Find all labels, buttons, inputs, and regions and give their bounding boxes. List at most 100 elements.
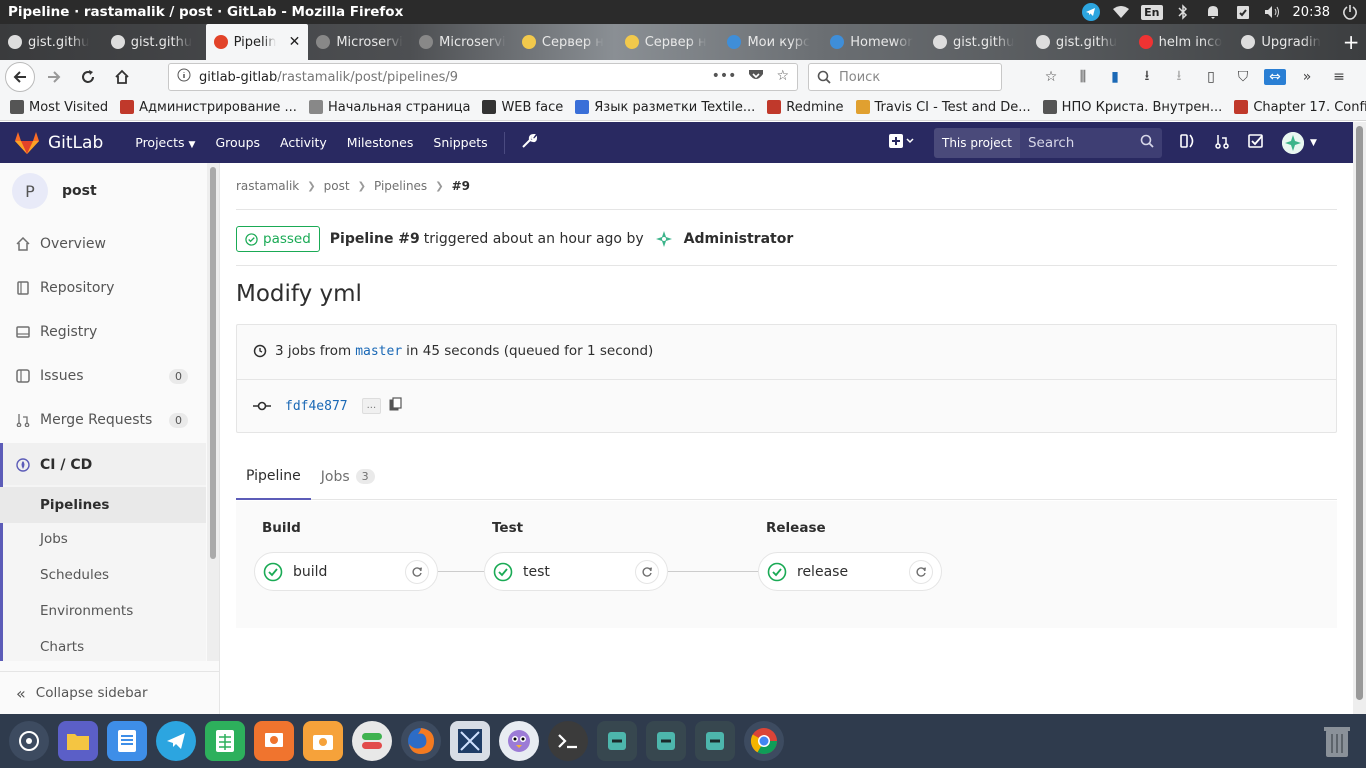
sidebar-subitem-pipelines[interactable]: Pipelines — [0, 487, 206, 523]
todos-sidebar-icon[interactable] — [1180, 133, 1196, 153]
breadcrumb-project[interactable]: post — [324, 179, 350, 193]
menu-groups[interactable]: Groups — [215, 135, 260, 150]
sidebar-subitem-jobs[interactable]: Jobs — [0, 521, 206, 557]
pidgin-icon[interactable] — [498, 721, 539, 761]
retry-job-button[interactable] — [635, 560, 659, 584]
spreadsheet-icon[interactable] — [204, 721, 245, 761]
sidebar-item-merge-requests[interactable]: Merge Requests 0 — [0, 398, 206, 442]
back-button[interactable] — [4, 62, 36, 92]
browser-tab[interactable]: helm inco — [1131, 24, 1234, 60]
browser-tab[interactable]: Сервер н — [514, 24, 617, 60]
remmina-icon[interactable] — [694, 721, 735, 761]
browser-tab[interactable]: gist.githu — [103, 24, 206, 60]
trash-icon[interactable] — [1322, 724, 1356, 760]
extension-stats-icon[interactable]: ▮ — [1104, 69, 1126, 85]
pocket-icon[interactable] — [748, 68, 764, 86]
bookmark-item[interactable]: Язык разметки Textile... — [575, 100, 755, 115]
new-tab-button[interactable]: + — [1336, 24, 1366, 60]
page-scrollbar-thumb[interactable] — [1356, 126, 1363, 700]
browser-tab[interactable]: gist.githu — [925, 24, 1028, 60]
info-icon[interactable] — [177, 68, 191, 86]
bookmarks-menu-icon[interactable]: ☆ — [1040, 69, 1062, 85]
browser-tab[interactable]: Microservices — [308, 24, 411, 60]
menu-snippets[interactable]: Snippets — [433, 135, 487, 150]
tab-pipeline[interactable]: Pipeline — [236, 453, 311, 500]
browser-tab[interactable]: gist.githu — [0, 24, 103, 60]
sidebar-item-repository[interactable]: Repository — [0, 266, 206, 310]
browser-search-input[interactable]: Поиск — [808, 63, 1002, 91]
sidebar-item-registry[interactable]: Registry — [0, 310, 206, 354]
overflow-chevron-icon[interactable]: » — [1296, 69, 1318, 85]
browser-tab[interactable]: Microservices — [411, 24, 514, 60]
menu-activity[interactable]: Activity — [280, 135, 327, 150]
browser-tab[interactable]: Сервер н — [617, 24, 720, 60]
downloads-icon[interactable]: ⭳ — [1136, 65, 1158, 89]
bookmark-item[interactable]: WEB face — [482, 100, 563, 115]
commit-sha-link[interactable]: fdf4e877 — [285, 399, 348, 414]
gitlab-search-input[interactable]: Search — [1019, 127, 1162, 158]
collapse-sidebar-button[interactable]: « Collapse sidebar — [0, 671, 219, 714]
bookmark-star-icon[interactable]: ☆ — [776, 68, 789, 86]
admin-wrench-icon[interactable] — [521, 133, 537, 153]
job-release[interactable]: release — [758, 552, 942, 591]
forward-button[interactable] — [38, 62, 70, 92]
library-icon[interactable]: ⫼ — [1072, 69, 1094, 85]
clock[interactable]: 20:38 — [1293, 5, 1330, 20]
home-button[interactable] — [106, 62, 138, 92]
sidebar-item-overview[interactable]: Overview — [0, 222, 206, 266]
breadcrumb-current[interactable]: #9 — [452, 179, 470, 193]
page-actions-icon[interactable]: ••• — [712, 68, 737, 86]
page-scrollbar[interactable] — [1353, 122, 1366, 714]
bookmark-item[interactable]: Travis CI - Test and De... — [855, 100, 1031, 115]
menu-projects[interactable]: Projects ▼ — [135, 135, 195, 150]
sidebar-scrollbar-thumb[interactable] — [210, 167, 216, 559]
url-bar[interactable]: gitlab-gitlab/rastamalik/post/pipelines/… — [168, 63, 798, 91]
retry-job-button[interactable] — [909, 560, 933, 584]
settings-toggle-icon[interactable] — [351, 721, 392, 761]
sidebar-subitem-charts[interactable]: Charts — [0, 629, 206, 665]
keyboard-layout[interactable]: En — [1141, 4, 1163, 20]
virtual-desktop-icon[interactable] — [449, 721, 490, 761]
bookmark-item[interactable]: Начальная страница — [308, 100, 470, 115]
user-menu[interactable]: ▼ — [1281, 131, 1317, 154]
browser-tab[interactable]: gist.githu — [1028, 24, 1131, 60]
sidebar-item-issues[interactable]: Issues 0 — [0, 354, 206, 398]
browser-tab[interactable]: Upgradin — [1233, 24, 1336, 60]
telegram-tray-icon[interactable] — [1081, 2, 1101, 22]
browser-tab[interactable]: Homewor — [822, 24, 925, 60]
gitlab-home-link[interactable]: GitLab — [14, 131, 103, 155]
sidebar-icon[interactable]: ▯ — [1200, 69, 1222, 85]
sidebar-project-header[interactable]: P post — [12, 173, 97, 209]
remmina-icon[interactable] — [645, 721, 686, 761]
close-tab-icon[interactable]: ✕ — [289, 34, 301, 50]
browser-tab[interactable]: Pipelin ✕ — [205, 24, 309, 60]
wifi-icon[interactable] — [1111, 2, 1131, 22]
privacy-shield-icon[interactable]: ⛉ — [1232, 69, 1254, 85]
retry-job-button[interactable] — [405, 560, 429, 584]
bookmark-item[interactable]: Chapter 17. Configurin... — [1234, 100, 1366, 115]
job-build[interactable]: build — [254, 552, 438, 591]
terminal-icon[interactable] — [547, 721, 588, 761]
browser-tab[interactable]: Мои курс — [719, 24, 822, 60]
author-avatar[interactable] — [653, 229, 674, 249]
sidebar-scrollbar[interactable] — [207, 163, 219, 661]
reload-button[interactable] — [72, 62, 104, 92]
files-icon[interactable] — [57, 721, 98, 761]
remmina-icon[interactable] — [596, 721, 637, 761]
job-test[interactable]: test — [484, 552, 668, 591]
menu-milestones[interactable]: Milestones — [347, 135, 414, 150]
todos-check-icon[interactable] — [1248, 133, 1264, 153]
branch-link[interactable]: master — [355, 344, 402, 359]
notification-bell-icon[interactable] — [1203, 2, 1223, 22]
merge-requests-icon[interactable] — [1214, 133, 1230, 153]
clipboard-check-icon[interactable] — [1233, 2, 1253, 22]
bookmark-item[interactable]: Most Visited — [10, 100, 108, 115]
breadcrumb-pipelines[interactable]: Pipelines — [374, 179, 427, 193]
search-scope-badge[interactable]: This project — [934, 127, 1020, 158]
volume-icon[interactable] — [1263, 2, 1283, 22]
extension-arrows-icon[interactable]: ⇔ — [1264, 69, 1286, 85]
bookmark-item[interactable]: НПО Криста. Внутрен... — [1042, 100, 1222, 115]
bookmark-item[interactable]: Redmine — [767, 100, 844, 115]
new-dropdown-button[interactable] — [884, 133, 920, 152]
copy-clipboard-icon[interactable] — [389, 397, 403, 415]
